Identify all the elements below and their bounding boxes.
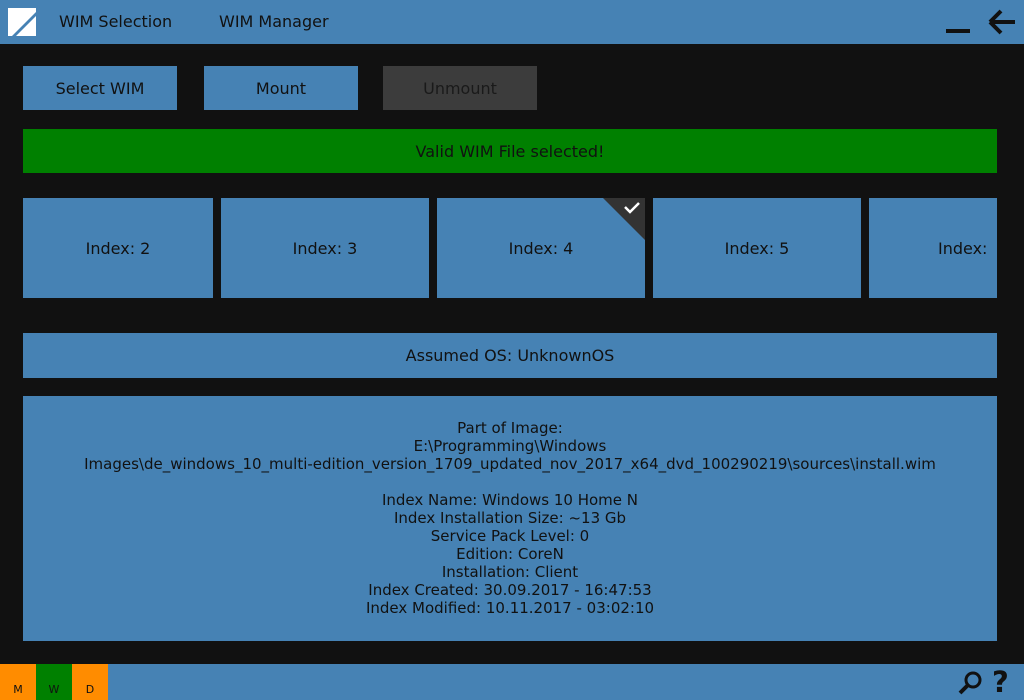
assumed-os-bar: Assumed OS: UnknownOS — [23, 333, 997, 378]
index-created: Index Created: 30.09.2017 - 16:47:53 — [368, 581, 652, 599]
index-install-size: Index Installation Size: ~13 Gb — [393, 509, 627, 527]
index-tile[interactable]: Index: 2 — [23, 198, 213, 298]
image-path-line-2: Images\de_windows_10_multi-edition_versi… — [84, 455, 936, 473]
part-of-image-label: Part of Image: — [457, 419, 563, 437]
index-list: Index: 2 Index: 3 Index: 4 Index: 5 Inde… — [23, 198, 997, 298]
index-tile[interactable]: Index: 3 — [221, 198, 429, 298]
index-details-panel: Part of Image: E:\Programming\Windows Im… — [23, 396, 997, 641]
edition: Edition: CoreN — [456, 545, 564, 563]
checkmark-icon — [603, 198, 645, 240]
assumed-os-text: Assumed OS: UnknownOS — [405, 346, 615, 365]
index-label: Index: 5 — [724, 238, 790, 258]
index-name: Index Name: Windows 10 Home N — [381, 491, 638, 509]
service-pack-level: Service Pack Level: 0 — [430, 527, 590, 545]
index-label: Index: 2 — [85, 238, 151, 258]
index-modified: Index Modified: 10.11.2017 - 03:02:10 — [365, 599, 655, 617]
app-logo-icon — [8, 8, 36, 36]
index-label: Index: — [938, 238, 988, 258]
back-arrow-icon[interactable] — [988, 9, 1016, 35]
nav-wim-selection[interactable]: WIM Selection — [59, 12, 172, 31]
installation-type: Installation: Client — [441, 563, 579, 581]
index-tile-selected[interactable]: Index: 4 — [437, 198, 645, 298]
status-tag-w: W — [36, 664, 72, 700]
index-tile[interactable]: Index: 5 — [653, 198, 861, 298]
search-icon[interactable] — [957, 670, 983, 696]
nav-wim-manager[interactable]: WIM Manager — [219, 12, 329, 31]
index-label: Index: 4 — [508, 238, 574, 258]
mount-button[interactable]: Mount — [204, 66, 358, 110]
index-label: Index: 3 — [292, 238, 358, 258]
status-tag-m: M — [0, 664, 36, 700]
unmount-button[interactable]: Unmount — [383, 66, 537, 110]
minimize-icon[interactable] — [946, 29, 970, 33]
status-message: Valid WIM File selected! — [23, 129, 997, 173]
help-icon[interactable]: ? — [992, 664, 1009, 700]
status-tag-d: D — [72, 664, 108, 700]
index-tile[interactable]: Index: — [869, 198, 997, 298]
select-wim-button[interactable]: Select WIM — [23, 66, 177, 110]
bottom-bar: M W D ? — [0, 664, 1024, 700]
title-bar: WIM Selection WIM Manager — [0, 0, 1024, 44]
image-path-line-1: E:\Programming\Windows — [413, 437, 607, 455]
